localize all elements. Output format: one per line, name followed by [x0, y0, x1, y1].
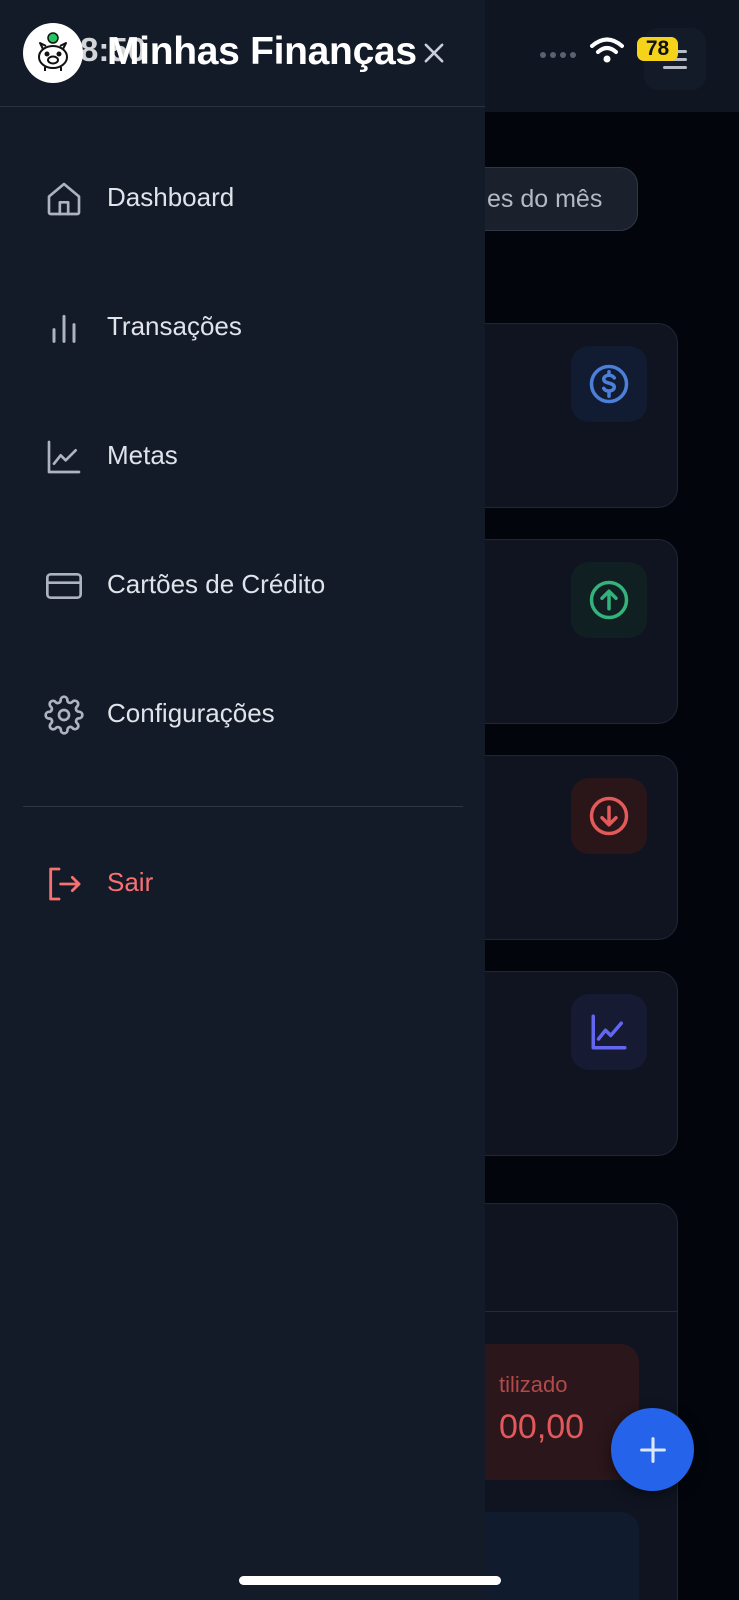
cellular-signal-icon — [540, 52, 578, 58]
logout-button[interactable]: Sair — [0, 820, 485, 949]
nav-item-settings[interactable]: Configurações — [0, 651, 485, 780]
nav-item-dashboard[interactable]: Dashboard — [0, 135, 485, 264]
dollar-circle-icon — [571, 346, 647, 422]
logout-icon — [49, 867, 81, 901]
app-title: Minhas Finanças — [107, 30, 417, 73]
nav-item-transactions[interactable]: Transações — [0, 264, 485, 393]
home-icon — [47, 182, 81, 216]
gear-icon — [44, 695, 84, 735]
piggy-bank-logo — [23, 23, 83, 83]
home-indicator — [239, 1576, 501, 1585]
nav-item-label: Configurações — [107, 698, 275, 728]
add-transaction-button[interactable] — [611, 1408, 694, 1491]
nav-item-label: Metas — [107, 440, 178, 470]
plus-icon — [639, 1436, 666, 1463]
close-icon — [424, 43, 444, 63]
credit-card-icon — [46, 573, 82, 599]
nav-item-label: Dashboard — [107, 182, 235, 212]
line-chart-icon — [47, 440, 81, 474]
used-limit-value: 00,00 — [499, 1408, 585, 1446]
logout-label: Sair — [107, 867, 154, 897]
line-chart-icon — [571, 994, 647, 1070]
drawer-nav: Dashboard Transações Metas Cartões de Cr… — [0, 135, 485, 780]
used-limit-label: tilizado — [499, 1372, 568, 1397]
nav-item-label: Transações — [107, 311, 242, 341]
wifi-icon — [590, 37, 624, 63]
bar-chart-icon — [52, 314, 76, 343]
arrow-down-circle-icon — [571, 778, 647, 854]
nav-item-goals[interactable]: Metas — [0, 393, 485, 522]
divider — [23, 806, 463, 807]
navigation-drawer: 8:50 Minhas Finanças Dashboard Transaçõe… — [0, 0, 485, 1600]
nav-item-label: Cartões de Crédito — [107, 569, 326, 599]
nav-item-credit-cards[interactable]: Cartões de Crédito — [0, 522, 485, 651]
drawer-header: 8:50 Minhas Finanças — [0, 0, 485, 107]
battery-indicator: 78 — [637, 37, 678, 61]
arrow-up-circle-icon — [571, 562, 647, 638]
close-drawer-button[interactable] — [414, 33, 454, 73]
